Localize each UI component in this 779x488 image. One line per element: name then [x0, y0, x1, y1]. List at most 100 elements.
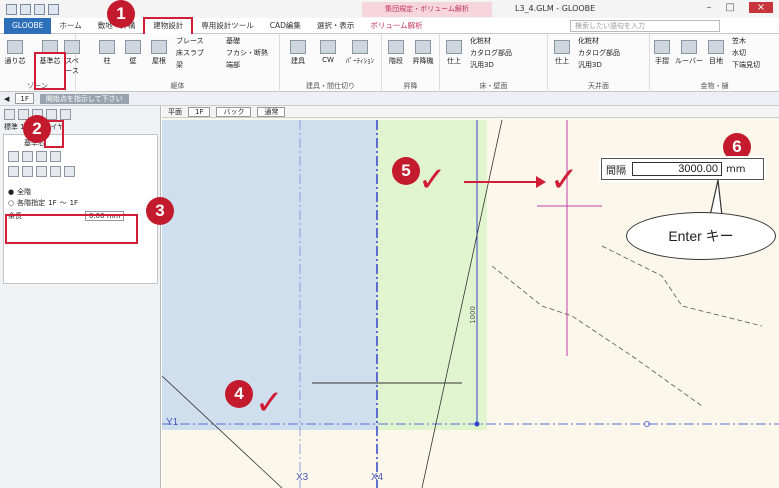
to-floor-select[interactable]: 1F: [70, 199, 78, 207]
close-icon[interactable]: ×: [749, 2, 773, 13]
handrail-button[interactable]: 手摺: [652, 40, 672, 66]
from-floor-select[interactable]: 1F: [48, 199, 56, 207]
mode-icon[interactable]: [8, 151, 19, 162]
save-icon[interactable]: [48, 3, 59, 15]
insulation-button[interactable]: フカシ・断熱: [226, 48, 268, 58]
arrow-line: [464, 181, 540, 183]
coping-button[interactable]: 笠木: [732, 36, 746, 46]
back-button[interactable]: バック: [216, 106, 252, 117]
partition-label: ﾊﾟｰﾃｨｼｮﾝ: [346, 57, 374, 65]
floor-finish-button[interactable]: 仕上: [444, 40, 464, 66]
joint-label: 目地: [709, 57, 723, 65]
draw-tool-icon[interactable]: [60, 109, 71, 120]
maximize-icon[interactable]: □: [726, 2, 735, 13]
app-icon[interactable]: [6, 3, 17, 15]
window-controls: – □ ×: [707, 2, 773, 13]
draw-tool-icon[interactable]: [46, 109, 57, 120]
minimize-icon[interactable]: –: [707, 2, 712, 13]
mode-icon[interactable]: [22, 151, 33, 162]
grid-label-x3: X3: [296, 472, 309, 483]
tab-volume-analysis[interactable]: ボリューム解析: [362, 18, 430, 34]
all-floors-option[interactable]: ● 全階: [8, 187, 31, 197]
view-label: 平面: [168, 107, 182, 116]
roof-button[interactable]: 屋根: [148, 40, 170, 66]
group-floor-wall: 仕上 化粧材 カタログ部品 汎用3D 床・壁面: [440, 34, 548, 92]
tab-building-design[interactable]: 建物設計: [143, 17, 194, 34]
tab-select-display[interactable]: 選択・表示: [309, 18, 363, 34]
partition-button[interactable]: ﾊﾟｰﾃｨｼｮﾝ: [342, 40, 378, 66]
tab-cad-edit[interactable]: CAD編集: [262, 18, 309, 34]
mode-button[interactable]: 通常: [257, 106, 286, 117]
each-floor-option[interactable]: ○ 各階指定 1F 〜 1F: [8, 198, 78, 208]
tab-home[interactable]: ホーム: [51, 18, 89, 34]
step-marker-2: 2: [23, 115, 51, 143]
floor-options-highlight: [5, 214, 138, 244]
louver-button[interactable]: ルーバー: [674, 40, 704, 66]
reference-line-highlight: [34, 52, 66, 90]
ceiling-3d-button[interactable]: 汎用3D: [578, 60, 602, 70]
open-icon[interactable]: [34, 3, 45, 15]
column-icon: [99, 40, 115, 54]
partition-icon: [352, 40, 368, 54]
wall-icon: [125, 40, 141, 54]
bottom-trim-button[interactable]: 下端見切: [732, 60, 760, 70]
floor-select[interactable]: 1F: [15, 93, 34, 104]
joint-icon: [708, 40, 724, 54]
view-bar: 平面 1F バック 通常: [162, 106, 779, 118]
joint-button[interactable]: 目地: [706, 40, 726, 66]
method-icon[interactable]: [36, 166, 47, 177]
ceiling-icon: [554, 40, 570, 54]
louver-icon: [681, 40, 697, 54]
method-icon[interactable]: [22, 166, 33, 177]
elevator-button[interactable]: 昇降機: [410, 40, 436, 66]
method-icon[interactable]: [50, 166, 61, 177]
search-input[interactable]: 検索したい語句を入力: [570, 20, 720, 32]
group-stair: 階段 昇降機 昇降: [382, 34, 440, 92]
grid-line-label: 通り芯: [4, 57, 26, 65]
grid-line-button[interactable]: 通り芯: [4, 40, 26, 66]
fitting-button[interactable]: 建具: [288, 40, 308, 66]
view-floor-select[interactable]: 1F: [188, 106, 211, 117]
floor-slab-button[interactable]: 床スラブ: [176, 48, 204, 58]
ceiling-finish-button[interactable]: 仕上: [552, 40, 572, 66]
new-icon[interactable]: [20, 3, 31, 15]
beam-button[interactable]: 梁: [176, 60, 183, 70]
check-mark-icon: ✓: [255, 383, 284, 423]
foundation-button[interactable]: 基礎: [226, 36, 240, 46]
contour-line: [491, 265, 703, 407]
floor-decor-button[interactable]: 化粧材: [470, 36, 491, 46]
floor-3d-button[interactable]: 汎用3D: [470, 60, 494, 70]
group-body: 柱 壁 屋根 ブレース 床スラブ 梁 基礎 フカシ・断熱 端部 躯体: [76, 34, 280, 92]
stair-icon: [388, 40, 404, 54]
tilde-label: 〜: [59, 199, 67, 207]
tab-special-tools[interactable]: 専用設計ツール: [193, 18, 262, 34]
ceiling-catalog-button[interactable]: カタログ部品: [578, 48, 620, 58]
toolbar-icon[interactable]: ◀: [4, 95, 9, 103]
stair-label: 階段: [389, 57, 403, 65]
reference-line-panel: 基準芯 ● 全階 ○ 各階指定 1F 〜 1F 余長 0.00 mm: [3, 134, 158, 284]
distance-input[interactable]: 3000.00: [632, 162, 722, 176]
stair-button[interactable]: 階段: [386, 40, 406, 66]
mode-icon[interactable]: [50, 151, 61, 162]
ceiling-decor-button[interactable]: 化粧材: [578, 36, 599, 46]
mode-icon[interactable]: [36, 151, 47, 162]
step-marker-6: 6: [723, 133, 751, 161]
column-button[interactable]: 柱: [98, 40, 116, 66]
method-icon[interactable]: [64, 166, 75, 177]
brace-button[interactable]: ブレース: [176, 36, 204, 46]
quick-access-toolbar: [6, 3, 59, 15]
draw-tool-icon[interactable]: [4, 109, 15, 120]
floor-catalog-button[interactable]: カタログ部品: [470, 48, 512, 58]
tab-gloobe[interactable]: GLOOBE: [4, 17, 52, 34]
end-button[interactable]: 端部: [226, 60, 240, 70]
wall-button[interactable]: 壁: [124, 40, 142, 66]
dimension-label: 1000: [468, 306, 477, 324]
grid-node: [474, 421, 480, 427]
method-icon[interactable]: [8, 166, 19, 177]
louver-label: ルーバー: [675, 57, 703, 65]
drip-button[interactable]: 水切: [732, 48, 746, 58]
roof-icon: [151, 40, 167, 54]
elevator-label: 昇降機: [412, 57, 434, 65]
curtain-wall-button[interactable]: CW: [318, 40, 338, 64]
all-floors-label: 全階: [17, 188, 32, 196]
